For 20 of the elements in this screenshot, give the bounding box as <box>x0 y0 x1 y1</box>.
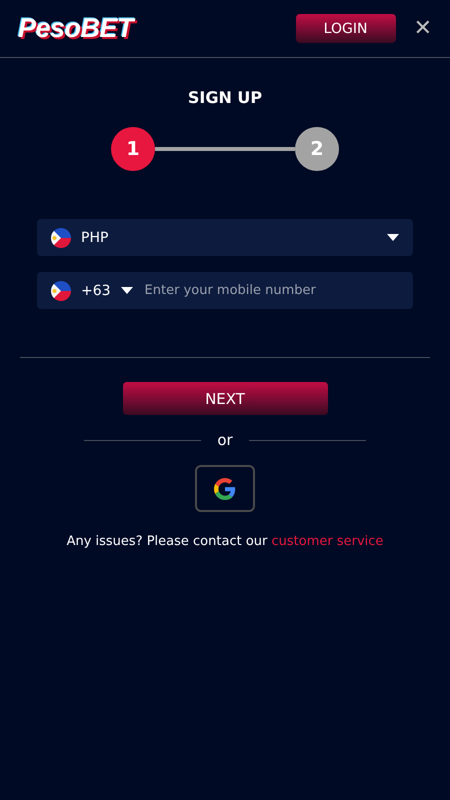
flag-icon <box>51 280 71 300</box>
close-icon[interactable]: ✕ <box>414 16 432 41</box>
dropdown-caret-icon[interactable] <box>387 234 399 241</box>
support-text: Any issues? Please contact our customer service <box>66 534 384 549</box>
caret-icon[interactable] <box>120 287 133 294</box>
flag-icon <box>51 228 71 248</box>
google-icon <box>214 478 236 500</box>
login-button[interactable]: LOGIN <box>296 14 396 43</box>
page-title: SIGN UP <box>186 88 264 107</box>
step-indicator: 1 <box>111 127 155 171</box>
logo: PesoBET <box>18 13 134 44</box>
phone-field[interactable]: +63 Enter your mobile number <box>37 272 413 309</box>
phone-number-input[interactable]: Enter your mobile number <box>142 282 399 299</box>
google-signin-button[interactable] <box>195 465 255 512</box>
country-code[interactable]: +63 <box>81 282 111 298</box>
next-button[interactable]: NEXT <box>122 382 328 415</box>
separator-text: or <box>217 431 233 449</box>
step-indicator: 2 <box>295 127 339 171</box>
currency-select[interactable]: PHP <box>37 219 413 256</box>
customer-service-link[interactable]: customer service <box>272 534 384 549</box>
